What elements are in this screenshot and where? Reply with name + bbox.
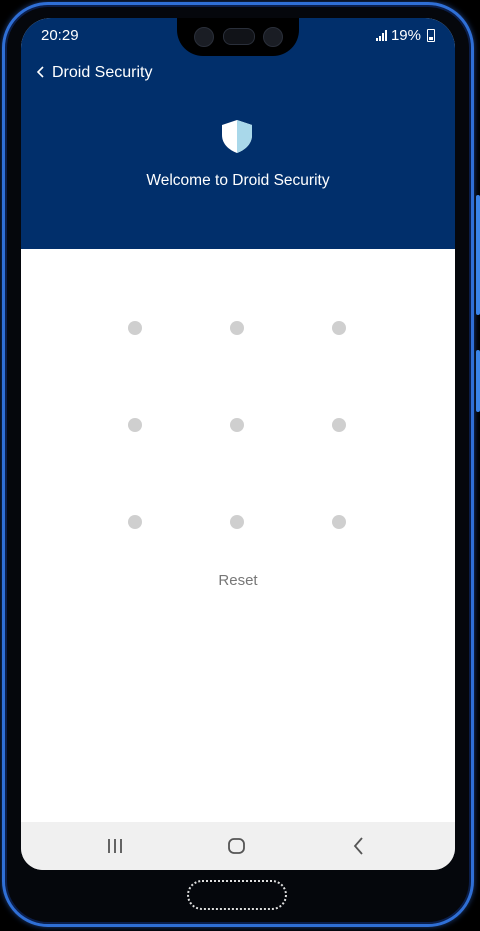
front-camera-icon xyxy=(263,27,283,47)
pattern-dot[interactable] xyxy=(128,321,142,335)
pattern-dot[interactable] xyxy=(230,321,244,335)
pattern-dot[interactable] xyxy=(230,515,244,529)
toolbar-title: Droid Security xyxy=(52,64,153,81)
recent-apps-icon[interactable] xyxy=(96,834,136,858)
app-header: 20:29 19% Droid Security Welcome to Droi… xyxy=(21,18,455,249)
welcome-text: Welcome to Droid Security xyxy=(146,172,330,189)
front-camera-icon xyxy=(194,27,214,47)
status-time: 20:29 xyxy=(41,27,79,44)
back-icon[interactable] xyxy=(338,834,378,858)
volume-button xyxy=(476,195,480,315)
signal-icon xyxy=(375,30,387,41)
pattern-dot[interactable] xyxy=(128,515,142,529)
status-right: 19% xyxy=(375,27,435,44)
pattern-lock-grid[interactable] xyxy=(21,249,455,839)
battery-icon xyxy=(427,29,435,42)
pattern-dot[interactable] xyxy=(230,418,244,432)
toolbar: Droid Security xyxy=(21,60,455,86)
pattern-dot[interactable] xyxy=(332,418,346,432)
reset-button[interactable]: Reset xyxy=(21,572,455,589)
system-nav-bar xyxy=(21,822,455,870)
screen: 20:29 19% Droid Security Welcome to Droi… xyxy=(21,18,455,870)
shield-icon xyxy=(222,120,252,153)
pattern-dot[interactable] xyxy=(332,515,346,529)
sensor-icon xyxy=(223,28,255,45)
power-button xyxy=(476,350,480,412)
camera-notch xyxy=(177,18,299,56)
pattern-dot[interactable] xyxy=(332,321,346,335)
chevron-left-icon[interactable] xyxy=(31,60,51,84)
battery-percent: 19% xyxy=(390,27,421,44)
home-icon[interactable] xyxy=(217,834,257,858)
pattern-dot[interactable] xyxy=(128,418,142,432)
phone-device: 20:29 19% Droid Security Welcome to Droi… xyxy=(0,0,480,931)
physical-home-button[interactable] xyxy=(187,880,287,910)
